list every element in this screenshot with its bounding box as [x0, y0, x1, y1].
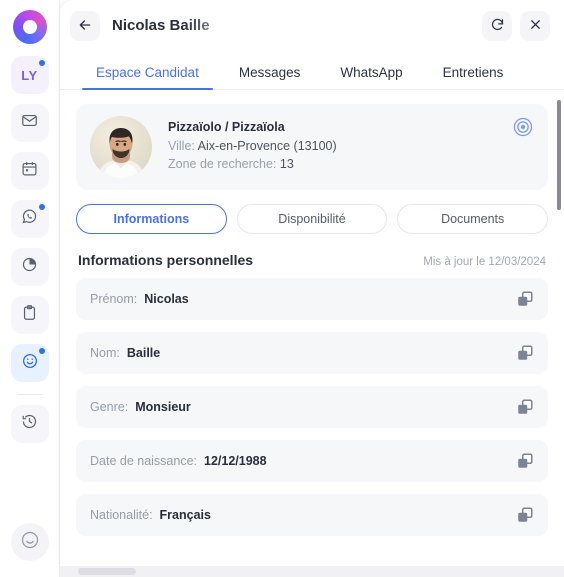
back-button[interactable] [70, 11, 100, 41]
copy-icon [518, 507, 533, 522]
field-row-nationalite: Nationalité: Français [76, 494, 548, 536]
copy-button[interactable] [516, 506, 534, 524]
calendar-icon [21, 160, 38, 182]
field-value: 12/12/1988 [204, 454, 267, 468]
clipboard-icon [21, 304, 38, 326]
segment-label: Documents [441, 212, 505, 226]
copy-icon [518, 453, 533, 468]
field-value: Monsieur [135, 400, 191, 414]
page-title-wrap: Nicolas Baille [112, 14, 482, 38]
avatar [90, 116, 152, 178]
mail-icon [21, 112, 38, 134]
tab-label: Messages [238, 65, 301, 80]
sidebar-profile-button[interactable] [10, 523, 49, 561]
segmented-control: Informations Disponibilité Documents [76, 204, 549, 234]
topbar-actions [482, 11, 550, 41]
refresh-icon [490, 17, 505, 35]
candidate-summary-card: Pizzaïolo / Pizzaïola Ville: Aix-en-Prov… [76, 104, 548, 190]
segment-label: Disponibilité [278, 212, 346, 226]
segment-label: Informations [113, 212, 190, 226]
tab-espace-candidat[interactable]: Espace Candidat [76, 65, 219, 90]
tab-label: WhatsApp [340, 65, 403, 80]
field-label: Genre: [90, 400, 129, 414]
candidate-photo [90, 116, 152, 178]
tab-messages[interactable]: Messages [219, 65, 321, 89]
notification-dot [38, 348, 45, 354]
app-logo-icon [12, 10, 47, 44]
copy-button[interactable] [516, 398, 534, 416]
copy-button[interactable] [516, 290, 534, 308]
horizontal-scrollbar-thumb[interactable] [78, 568, 136, 575]
sidebar-item-calendar[interactable] [10, 152, 49, 190]
field-label: Nom: [90, 346, 120, 360]
close-button[interactable] [520, 11, 550, 41]
candidate-job-title: Pizzaïolo / Pizzaïola [168, 119, 285, 134]
field-value: Baille [126, 346, 161, 360]
section-title: Informations personnelles [78, 252, 254, 268]
horizontal-scrollbar[interactable] [60, 566, 564, 577]
sidebar-item-history[interactable] [10, 405, 49, 443]
segment-documents[interactable]: Documents [397, 204, 549, 234]
smiley-icon [21, 352, 39, 375]
tab-label: Espace Candidat [96, 65, 199, 80]
field-row-date-de-naissance: Date de naissance: 12/12/1988 [76, 440, 548, 482]
sidebar-item-mail[interactable] [10, 104, 49, 142]
field-row-nom: Nom: Baille [76, 332, 548, 374]
candidate-city-row: Ville: Aix-en-Provence (13100) [168, 139, 337, 153]
sidebar-item-whatsapp[interactable] [10, 200, 49, 238]
target-eye-icon [512, 116, 534, 143]
candidate-info: Pizzaïolo / Pizzaïola Ville: Aix-en-Prov… [168, 120, 337, 175]
app-window: LY Nicolas Baille Espace Candidat Messag… [0, 0, 564, 577]
detail-panel: Nicolas Baille Espace Candidat Messages … [60, 0, 564, 566]
tab-label: Entretiens [442, 65, 504, 80]
zone-value: 13 [279, 156, 294, 171]
page-title: Nicolas Baille [112, 17, 210, 34]
section-header: Informations personnelles Mis à jour le … [78, 252, 546, 268]
whatsapp-icon [21, 208, 38, 230]
field-row-prenom: Prénom: Nicolas [76, 278, 548, 320]
smiley-icon [20, 530, 40, 555]
field-label: Date de naissance: [90, 454, 198, 468]
history-clock-icon [21, 413, 38, 435]
copy-icon [518, 399, 533, 414]
tab-bar: Espace Candidat Messages WhatsApp Entret… [60, 52, 564, 90]
sidebar-item-stats[interactable] [10, 248, 49, 286]
panel-topbar: Nicolas Baille [60, 0, 564, 52]
city-label: Ville: [168, 138, 195, 153]
candidate-zone-row: Zone de recherche: 13 [168, 157, 337, 171]
sidebar-item-clipboard[interactable] [10, 296, 49, 334]
field-label: Prénom: [90, 292, 138, 306]
tab-entretiens[interactable]: Entretiens [423, 65, 524, 89]
field-value: Nicolas [144, 292, 189, 306]
copy-button[interactable] [516, 344, 534, 362]
city-value: Aix-en-Provence (13100) [197, 138, 337, 153]
target-eye-button[interactable] [510, 116, 536, 142]
field-value: Français [159, 508, 211, 522]
notification-dot [38, 60, 45, 66]
notification-dot [38, 204, 45, 210]
sidebar-divider [16, 394, 43, 395]
sidebar-ly-label: LY [21, 67, 38, 83]
field-row-genre: Genre: Monsieur [76, 386, 548, 428]
zone-label: Zone de recherche: [168, 156, 277, 171]
sidebar-item-ly[interactable]: LY [10, 56, 49, 94]
content-scroll-area: Pizzaïolo / Pizzaïola Ville: Aix-en-Prov… [60, 90, 564, 566]
arrow-left-icon [77, 17, 93, 36]
section-updated-text: Mis à jour le 12/03/2024 [423, 256, 546, 268]
tab-whatsapp[interactable]: WhatsApp [320, 65, 422, 89]
segment-disponibilite[interactable]: Disponibilité [236, 204, 388, 234]
left-sidebar: LY [0, 0, 60, 577]
sidebar-item-candidates[interactable] [10, 344, 49, 382]
segment-informations[interactable]: Informations [76, 204, 227, 234]
vertical-scrollbar-thumb[interactable] [557, 100, 561, 210]
field-label: Nationalité: [90, 508, 153, 522]
copy-button[interactable] [516, 452, 534, 470]
pie-chart-icon [21, 256, 38, 278]
copy-icon [518, 345, 533, 360]
close-icon [528, 17, 543, 35]
refresh-button[interactable] [482, 11, 512, 41]
copy-icon [518, 291, 533, 306]
